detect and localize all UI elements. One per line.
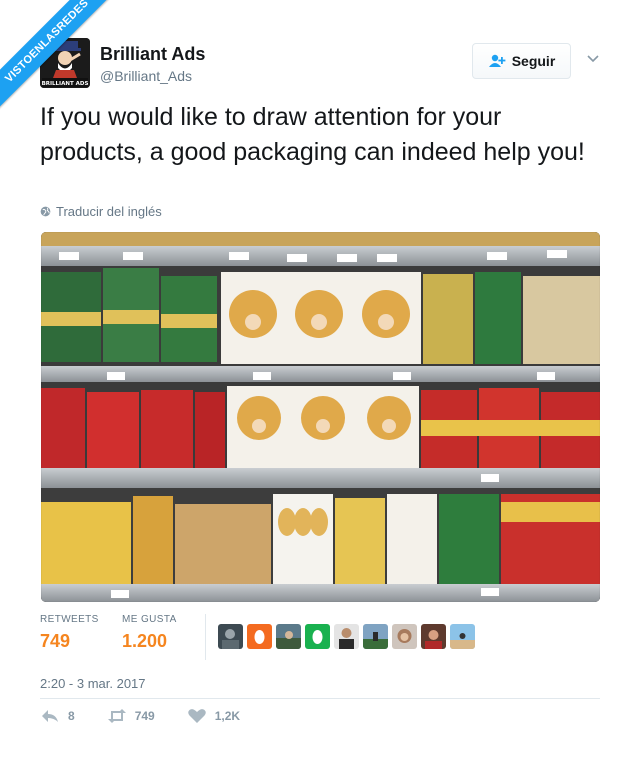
like-count: 1,2K (214, 709, 241, 723)
retweets-stat[interactable]: RETWEETS 749 (40, 614, 99, 652)
likes-label: ME GUSTA (122, 614, 177, 625)
liker-avatar[interactable] (218, 624, 243, 649)
liker-avatar[interactable] (421, 624, 446, 649)
liker-facepile (218, 624, 475, 649)
follow-button[interactable]: Seguir (472, 43, 571, 79)
likes-value: 1.200 (122, 631, 168, 651)
supermarket-shelf-image (41, 232, 600, 602)
retweet-icon (107, 709, 126, 723)
liker-avatar[interactable] (334, 624, 359, 649)
translate-link[interactable]: Traducir del inglés (40, 204, 162, 219)
tweet-text: If you would like to draw attention for … (40, 103, 585, 166)
reply-count: 8 (68, 709, 75, 723)
stats-divider (205, 614, 206, 660)
account-handle[interactable]: @Brilliant_Ads (100, 68, 192, 84)
tweet-timestamp[interactable]: 2:20 - 3 mar. 2017 (40, 676, 146, 691)
liker-avatar[interactable] (450, 624, 475, 649)
liker-avatar[interactable] (276, 624, 301, 649)
retweets-value: 749 (40, 631, 71, 651)
retweets-label: RETWEETS (40, 614, 99, 625)
retweet-button[interactable]: 749 (107, 708, 155, 724)
divider (40, 698, 600, 699)
globe-icon (40, 206, 51, 217)
liker-avatar[interactable] (305, 624, 330, 649)
reply-button[interactable]: 8 (40, 708, 75, 724)
tweet-header: BRILLIANT ADS Brilliant Ads @Brilliant_A… (40, 38, 600, 94)
tweet-stats: RETWEETS 749 ME GUSTA 1.200 (40, 614, 600, 664)
retweet-count: 749 (134, 709, 155, 723)
chevron-down-icon[interactable] (586, 54, 600, 64)
tweet-actions: 8 749 1,2K (40, 706, 272, 726)
translate-label: Traducir del inglés (56, 204, 162, 219)
account-name[interactable]: Brilliant Ads (100, 44, 205, 65)
liker-avatar[interactable] (363, 624, 388, 649)
likes-stat[interactable]: ME GUSTA 1.200 (122, 614, 177, 652)
like-button[interactable]: 1,2K (187, 708, 240, 724)
add-user-icon (488, 54, 506, 67)
liker-avatar[interactable] (392, 624, 417, 649)
follow-button-label: Seguir (511, 53, 556, 69)
avatar-text: BRILLIANT ADS (42, 81, 89, 87)
tweet-photo[interactable] (41, 232, 600, 602)
reply-icon (42, 710, 58, 722)
liker-avatar[interactable] (247, 624, 272, 649)
heart-icon (187, 709, 206, 723)
